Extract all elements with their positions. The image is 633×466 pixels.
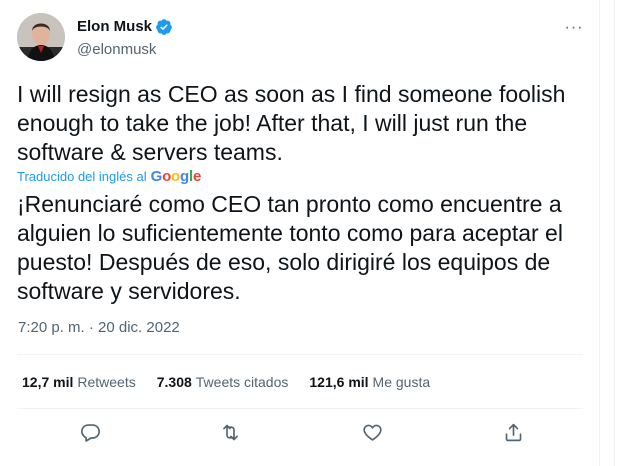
google-logo: Google <box>150 168 202 185</box>
retweets-stat[interactable]: 12,7 mil Retweets <box>22 373 136 391</box>
like-button[interactable] <box>358 418 386 446</box>
share-icon <box>505 423 521 441</box>
reply-button[interactable] <box>76 418 104 446</box>
quote-tweets-stat[interactable]: 7.308 Tweets citados <box>157 373 289 391</box>
retweets-label: Retweets <box>77 374 136 390</box>
display-name-text: Elon Musk <box>77 18 153 35</box>
divider <box>17 354 583 355</box>
quote-tweets-label: Tweets citados <box>195 374 289 390</box>
retweets-count: 12,7 mil <box>22 374 74 390</box>
tweet-actions <box>0 418 600 446</box>
page-edge-divider <box>614 0 615 466</box>
retweet-icon <box>222 424 238 440</box>
retweet-button[interactable] <box>216 418 244 446</box>
avatar[interactable] <box>17 13 65 61</box>
user-handle[interactable]: @elonmusk <box>77 40 156 60</box>
verified-badge-icon <box>156 19 172 35</box>
divider <box>17 408 583 409</box>
tweet-stats: 12,7 mil Retweets 7.308 Tweets citados 1… <box>22 373 430 391</box>
more-horizontal-icon: ··· <box>564 19 584 36</box>
share-button[interactable] <box>499 418 527 446</box>
translated-by-label: Traducido del inglés al <box>17 169 147 184</box>
tweet-container: Elon Musk @elonmusk ··· I will resign as… <box>0 0 600 466</box>
likes-count: 121,6 mil <box>309 374 369 390</box>
like-icon <box>362 424 382 441</box>
likes-label: Me gusta <box>372 374 431 390</box>
translated-text: ¡Renunciaré como CEO tan pronto como enc… <box>17 191 563 304</box>
reply-icon <box>80 423 100 442</box>
likes-stat[interactable]: 121,6 mil Me gusta <box>309 373 430 391</box>
tweet-timestamp[interactable]: 7:20 p. m. · 20 dic. 2022 <box>18 318 180 338</box>
profile-photo-icon <box>17 13 65 61</box>
tweet-text: I will resign as CEO as soon as I find s… <box>17 81 566 165</box>
translated-by-link[interactable]: Traducido del inglés al Google <box>17 167 201 187</box>
quote-tweets-count: 7.308 <box>156 374 192 390</box>
display-name[interactable]: Elon Musk <box>77 17 173 37</box>
more-options-button[interactable]: ··· <box>560 18 588 38</box>
